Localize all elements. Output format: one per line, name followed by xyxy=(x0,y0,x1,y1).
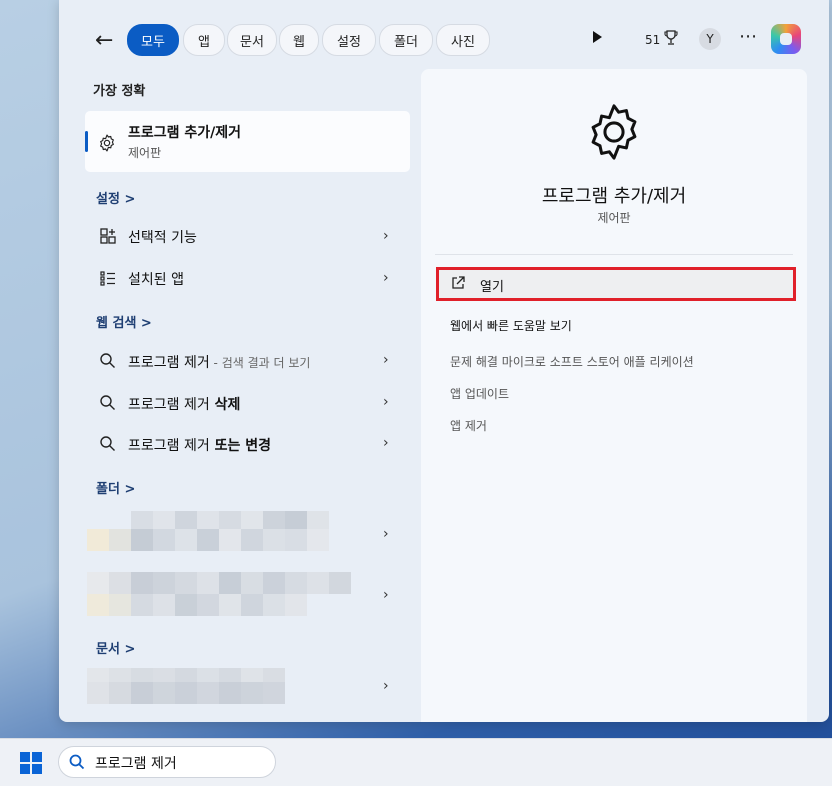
web-result-text: 프로그램 제거 xyxy=(128,397,210,413)
web-result-text: 프로그램 제거 xyxy=(128,438,210,454)
blurred-folder-result-2[interactable] xyxy=(87,572,352,616)
filter-web[interactable]: 웹 xyxy=(279,24,319,56)
related-link-app-update[interactable]: 앱 업데이트 xyxy=(450,385,509,402)
search-panel: ← 모두 앱 문서 웹 설정 폴더 사진 51 Y ⋯ 가장 정확 프로그램 추… xyxy=(59,0,829,722)
settings-section-heading[interactable]: 설정 > xyxy=(96,188,135,207)
back-arrow-icon[interactable]: ← xyxy=(95,28,113,53)
search-input[interactable]: 프로그램 제거 xyxy=(95,753,177,773)
search-icon xyxy=(100,436,115,451)
divider xyxy=(435,254,793,255)
list-item-web-result-1[interactable]: 프로그램 제거 - 검색 결과 더 보기 xyxy=(89,344,399,378)
detail-title: 프로그램 추가/제거 xyxy=(541,186,687,207)
related-link-uninstall-app[interactable]: 앱 제거 xyxy=(450,417,487,434)
list-item-label: 선택적 기능 xyxy=(128,230,197,246)
search-icon xyxy=(100,395,115,410)
best-match-item[interactable]: 프로그램 추가/제거 제어판 xyxy=(85,111,410,172)
documents-section-heading[interactable]: 문서 > xyxy=(96,638,135,657)
taskbar-search-box[interactable]: 프로그램 제거 xyxy=(58,746,276,778)
blurred-folder-result-1[interactable] xyxy=(87,511,332,551)
web-result-bold-text: 삭제 xyxy=(209,397,241,413)
filter-all[interactable]: 모두 xyxy=(127,24,179,56)
copilot-icon[interactable] xyxy=(771,24,801,54)
detail-pane: 프로그램 추가/제거 제어판 열기 웹에서 빠른 도움말 보기 문제 해결 마이… xyxy=(421,69,807,722)
more-options-icon[interactable]: ⋯ xyxy=(739,26,758,47)
related-link-troubleshoot-store[interactable]: 문제 해결 마이크로 소프트 스토어 애플 리케이션 xyxy=(450,353,694,370)
blurred-document-result[interactable] xyxy=(87,668,287,704)
open-external-icon xyxy=(452,276,465,289)
chevron-right-icon[interactable]: › xyxy=(383,587,389,603)
windows-start-icon[interactable] xyxy=(20,752,42,774)
web-result-bold-text: 또는 변경 xyxy=(209,438,272,454)
filter-apps[interactable]: 앱 xyxy=(183,24,225,56)
web-search-section-heading[interactable]: 웹 검색 > xyxy=(96,312,152,331)
play-icon[interactable] xyxy=(593,31,602,43)
best-match-heading: 가장 정확 xyxy=(93,84,146,99)
rewards-points[interactable]: 51 xyxy=(645,33,660,47)
gear-icon xyxy=(591,104,637,160)
chevron-right-icon[interactable]: › xyxy=(383,270,389,286)
list-item-web-result-2[interactable]: 프로그램 제거 삭제 xyxy=(89,386,399,420)
open-button-label: 열기 xyxy=(480,280,504,295)
chevron-right-icon[interactable]: › xyxy=(383,435,389,451)
folders-section-heading[interactable]: 폴더 > xyxy=(96,478,135,497)
optional-features-icon xyxy=(100,228,116,244)
chevron-right-icon[interactable]: › xyxy=(383,228,389,244)
filter-photos[interactable]: 사진 xyxy=(436,24,490,56)
filter-documents[interactable]: 문서 xyxy=(227,24,277,56)
best-match-subtitle: 제어판 xyxy=(128,146,162,160)
open-button[interactable]: 열기 xyxy=(436,267,796,301)
chevron-right-icon[interactable]: › xyxy=(383,394,389,410)
detail-subtitle: 제어판 xyxy=(597,211,631,225)
search-icon xyxy=(100,353,115,368)
filter-folders[interactable]: 폴더 xyxy=(379,24,433,56)
selection-indicator xyxy=(85,131,88,152)
chevron-right-icon[interactable]: › xyxy=(383,352,389,368)
list-item-installed-apps[interactable]: 설치된 앱 xyxy=(89,261,399,295)
best-match-title: 프로그램 추가/제거 xyxy=(128,125,242,141)
taskbar: 프로그램 제거 xyxy=(0,738,832,786)
chevron-right-icon[interactable]: › xyxy=(383,678,389,694)
list-item-label: 설치된 앱 xyxy=(128,272,184,288)
user-avatar[interactable]: Y xyxy=(699,28,721,50)
gear-icon xyxy=(100,134,114,152)
filter-settings[interactable]: 설정 xyxy=(322,24,376,56)
chevron-right-icon[interactable]: › xyxy=(383,526,389,542)
list-item-web-result-3[interactable]: 프로그램 제거 또는 변경 xyxy=(89,427,399,461)
search-icon xyxy=(69,754,85,770)
rewards-trophy-icon[interactable] xyxy=(664,30,678,46)
web-result-text: 프로그램 제거 xyxy=(128,355,210,371)
list-item-optional-features[interactable]: 선택적 기능 xyxy=(89,219,399,253)
web-result-subtext: - 검색 결과 더 보기 xyxy=(209,356,311,370)
web-quick-help-link[interactable]: 웹에서 빠른 도움말 보기 xyxy=(450,317,572,334)
installed-apps-icon xyxy=(100,271,115,286)
